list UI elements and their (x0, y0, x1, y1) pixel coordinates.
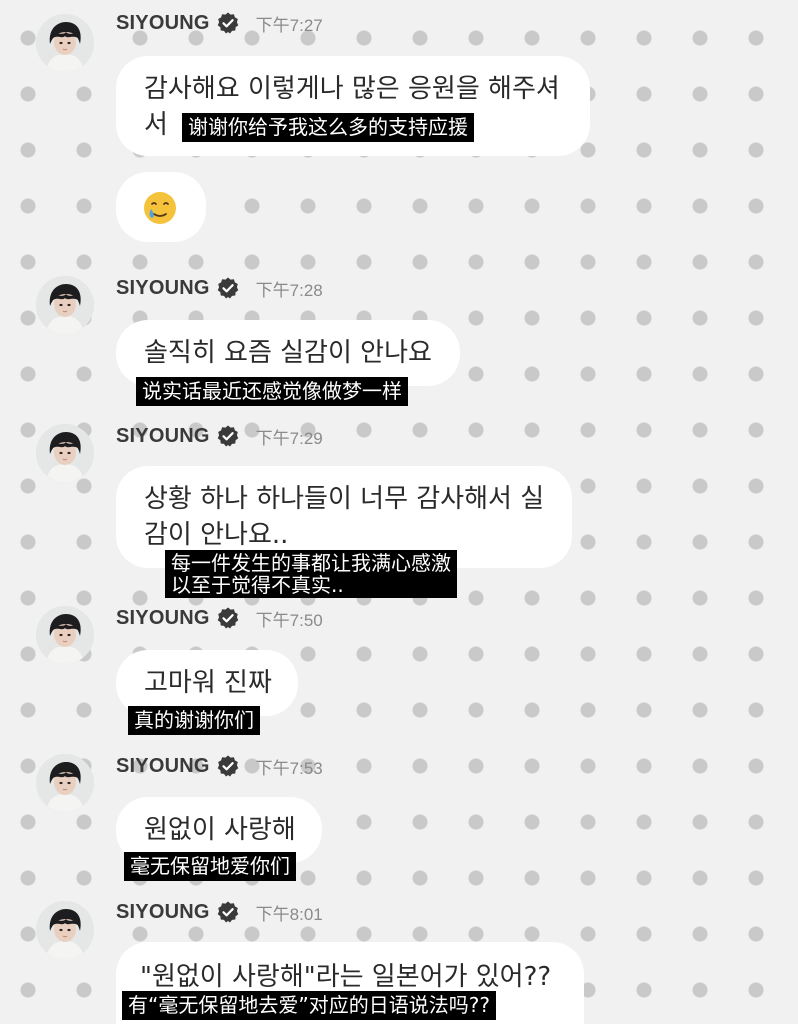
sender-name[interactable]: SIYOUNG (116, 425, 210, 448)
message-time: 下午8:01 (255, 904, 323, 924)
message-text-line: 솔직히 요즘 실감이 안나요 (144, 338, 432, 368)
verified-badge-icon (216, 424, 240, 448)
message-time: 下午7:50 (255, 610, 323, 630)
avatar[interactable] (36, 14, 94, 72)
face-holding-back-tears-icon (144, 192, 176, 224)
subtitle-line: 说实话最近还感觉像做梦一样 (142, 379, 402, 403)
message-text-line: 서 (144, 110, 168, 140)
message-header: SIYOUNG 下午7:53 (116, 751, 323, 781)
message-time: 下午7:28 (255, 280, 323, 300)
message-header: SIYOUNG 下午7:29 (116, 421, 323, 451)
verified-badge-icon (216, 11, 240, 35)
emoji-bubble[interactable] (116, 172, 206, 242)
subtitle-caption: 每一件发生的事都让我满心感激 以至于觉得不真实.. (165, 550, 457, 598)
message-time: 下午7:27 (255, 15, 323, 35)
subtitle-caption: 说实话最近还感觉像做梦一样 (136, 377, 408, 406)
sender-name[interactable]: SIYOUNG (116, 607, 210, 630)
subtitle-line: 真的谢谢你们 (134, 708, 254, 732)
subtitle-caption: 真的谢谢你们 (128, 706, 260, 735)
avatar[interactable] (36, 276, 94, 334)
message-header: SIYOUNG 下午7:50 (116, 603, 323, 633)
subtitle-line: 有“毫无保留地去爱”对应的日语说法吗?? (128, 993, 490, 1017)
subtitle-line: 每一件发生的事都让我满心感激 (171, 551, 451, 575)
avatar[interactable] (36, 901, 94, 959)
avatar[interactable] (36, 606, 94, 664)
sender-name[interactable]: SIYOUNG (116, 277, 210, 300)
avatar[interactable] (36, 424, 94, 482)
sender-name[interactable]: SIYOUNG (116, 12, 210, 35)
subtitle-caption: 谢谢你给予我这么多的支持应援 (182, 113, 474, 142)
subtitle-line: 以至于觉得不真实.. (171, 573, 344, 597)
message-text-line: 원없이 사랑해 (144, 815, 296, 845)
subtitle-caption: 毫无保留地爱你们 (124, 852, 296, 881)
message-time: 下午7:29 (255, 428, 323, 448)
subtitle-line: 毫无保留地爱你们 (130, 854, 290, 878)
sender-name[interactable]: SIYOUNG (116, 901, 210, 924)
avatar[interactable] (36, 754, 94, 812)
verified-badge-icon (216, 606, 240, 630)
verified-badge-icon (216, 900, 240, 924)
message-time: 下午7:53 (255, 758, 323, 778)
message-header: SIYOUNG 下午7:28 (116, 273, 323, 303)
subtitle-caption: 有“毫无保留地去爱”对应的日语说法吗?? (122, 991, 496, 1020)
message-header: SIYOUNG 下午8:01 (116, 897, 323, 927)
sender-name[interactable]: SIYOUNG (116, 755, 210, 778)
verified-badge-icon (216, 754, 240, 778)
message-header: SIYOUNG 下午7:27 (116, 8, 323, 38)
message-text-line: 상황 하나 하나들이 너무 감사해서 실 (144, 484, 545, 514)
message-text-line: 고마워 진짜 (144, 668, 272, 698)
subtitle-line: 谢谢你给予我这么多的支持应援 (188, 115, 468, 139)
message-text-line: 감이 안나요.. (144, 520, 289, 550)
message-text-line: 감사해요 이렇게나 많은 응원을 해주셔 (144, 74, 560, 104)
verified-badge-icon (216, 276, 240, 300)
